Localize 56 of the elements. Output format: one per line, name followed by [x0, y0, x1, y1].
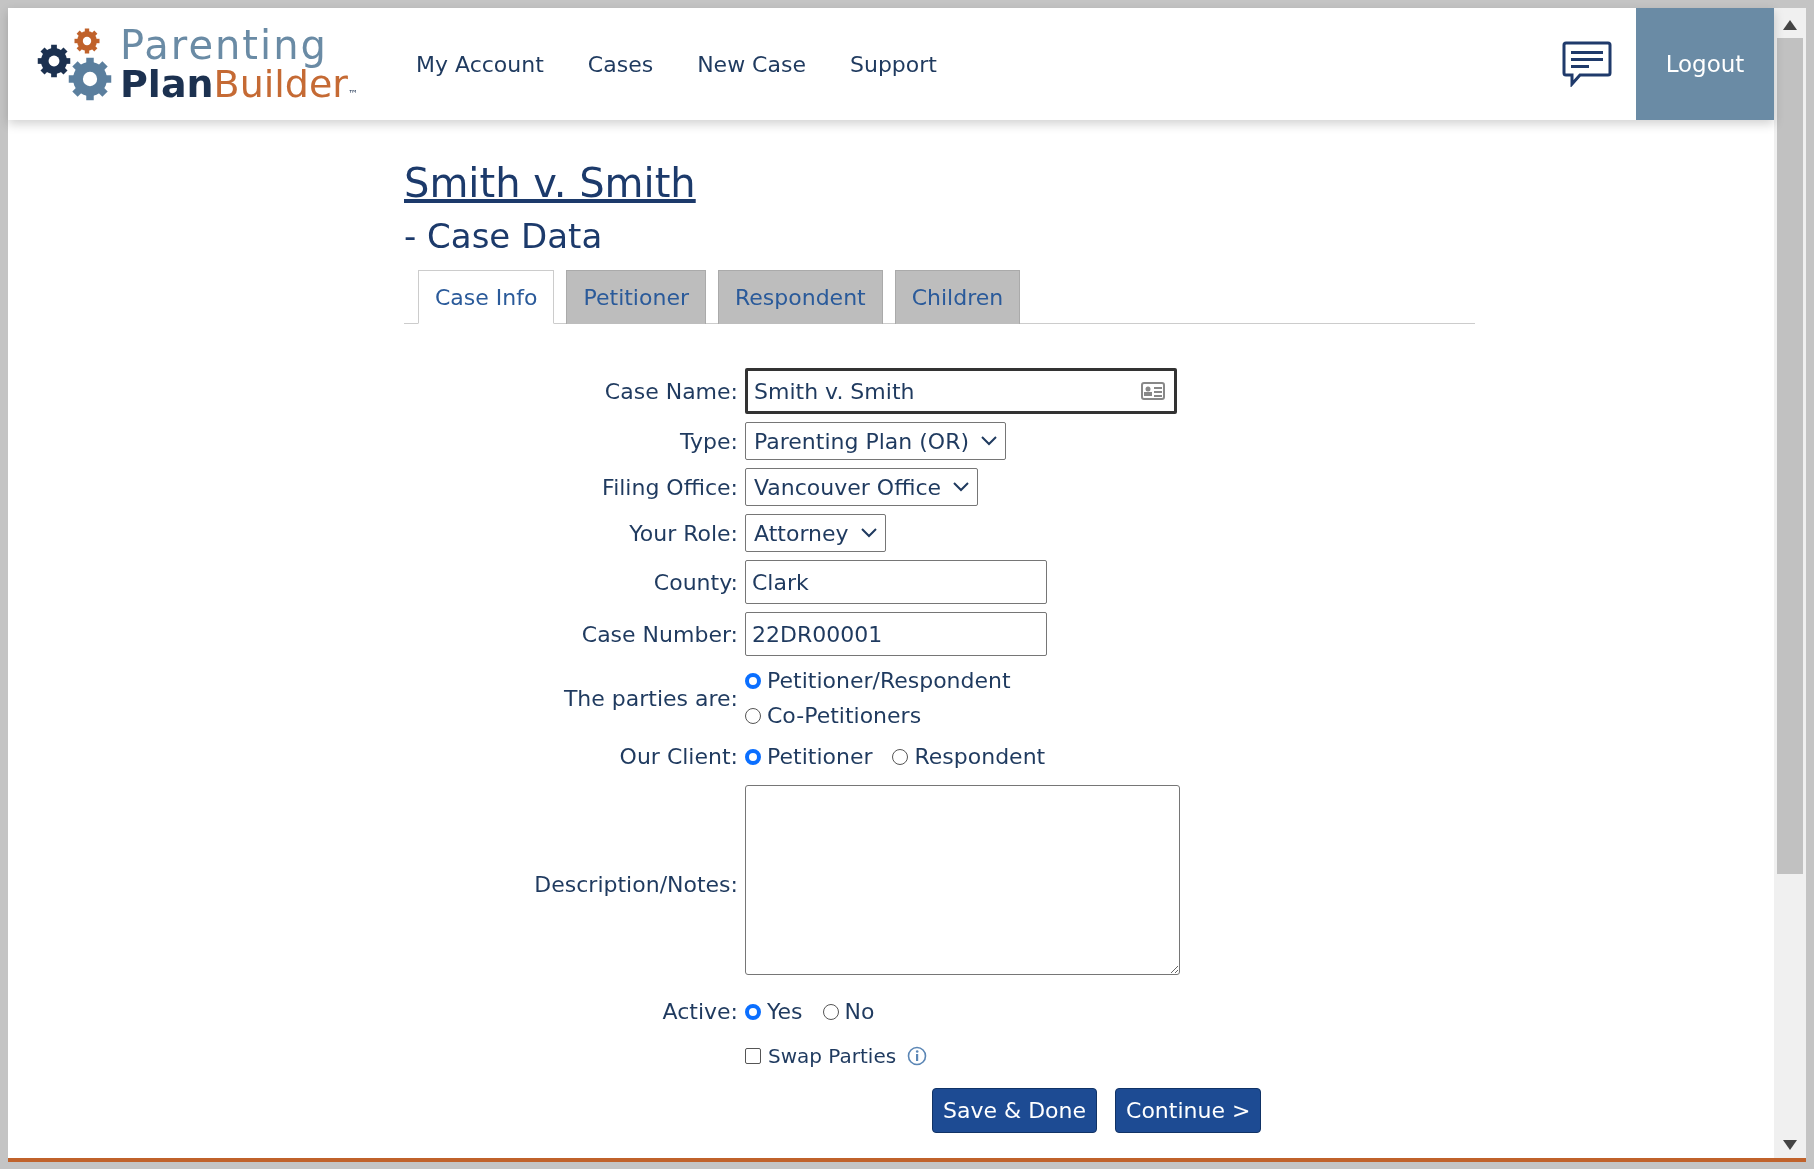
- notes-field[interactable]: [745, 785, 1180, 975]
- logout-button[interactable]: Logout: [1636, 8, 1774, 120]
- scroll-down-icon[interactable]: [1783, 1140, 1797, 1150]
- checkbox-option[interactable]: Swap Parties: [745, 1044, 928, 1068]
- radio-option[interactable]: Yes: [745, 999, 803, 1024]
- logo-text: Plan: [120, 65, 214, 103]
- scrollbar[interactable]: [1774, 8, 1806, 1158]
- tab[interactable]: Children: [894, 270, 1021, 324]
- field-label: Case Number:: [580, 621, 738, 647]
- radio-option[interactable]: Petitioner: [745, 744, 873, 769]
- dropdown[interactable]: Attorney: [745, 514, 886, 552]
- scrollbar-thumb[interactable]: [1777, 38, 1803, 874]
- nav-link[interactable]: Support: [849, 51, 937, 77]
- field-label: Case Name:: [603, 378, 738, 404]
- tab[interactable]: Respondent: [717, 270, 883, 324]
- radio-option[interactable]: Respondent: [892, 744, 1046, 769]
- radio-button[interactable]: [745, 1003, 761, 1020]
- field-label: The parties are:: [562, 685, 738, 711]
- nav-link[interactable]: My Account: [416, 51, 544, 77]
- nav-link[interactable]: New Case: [697, 51, 806, 77]
- nav-link[interactable]: Cases: [587, 51, 654, 77]
- info-icon[interactable]: [907, 1046, 928, 1066]
- dropdown[interactable]: Parenting Plan (OR): [745, 422, 1006, 460]
- text-field[interactable]: Clark: [745, 560, 1047, 604]
- checkbox[interactable]: [745, 1048, 761, 1064]
- radio-button[interactable]: [745, 672, 761, 689]
- tab[interactable]: Petitioner: [566, 270, 706, 324]
- radio-button[interactable]: [822, 1003, 839, 1020]
- chevron-down-icon: [981, 436, 997, 446]
- field-label: Description/Notes:: [533, 871, 738, 897]
- radio-option[interactable]: Co-Petitioners: [745, 703, 1011, 728]
- action-button[interactable]: Save & Done: [932, 1088, 1098, 1133]
- field-label: Filing Office:: [601, 474, 738, 500]
- text-field[interactable]: 22DR00001: [745, 612, 1047, 656]
- case-title-link[interactable]: Smith v. Smith: [404, 160, 696, 206]
- tab[interactable]: Case Info: [418, 270, 555, 324]
- dropdown[interactable]: Vancouver Office: [745, 468, 979, 506]
- radio-button[interactable]: [745, 707, 761, 724]
- chevron-down-icon: [953, 482, 970, 492]
- contact-card-icon[interactable]: [1141, 382, 1165, 400]
- action-button[interactable]: Continue >: [1115, 1088, 1262, 1133]
- field-label: Type:: [679, 428, 738, 454]
- radio-option[interactable]: Petitioner/Respondent: [745, 668, 1011, 693]
- field-label: Your Role:: [628, 520, 738, 546]
- chat-icon[interactable]: [1562, 41, 1612, 87]
- field-label: Our Client:: [618, 744, 738, 769]
- radio-button[interactable]: [745, 748, 761, 765]
- trademark-mark: ™: [348, 89, 358, 99]
- page-subtitle: - Case Data: [404, 216, 604, 256]
- radio-option[interactable]: No: [822, 999, 875, 1024]
- scroll-up-icon[interactable]: [1783, 20, 1797, 30]
- chevron-down-icon: [860, 528, 877, 538]
- field-label: Active:: [661, 999, 738, 1024]
- text-field[interactable]: Smith v. Smith: [745, 368, 1177, 414]
- field-label: County:: [652, 569, 738, 595]
- radio-button[interactable]: [892, 748, 909, 765]
